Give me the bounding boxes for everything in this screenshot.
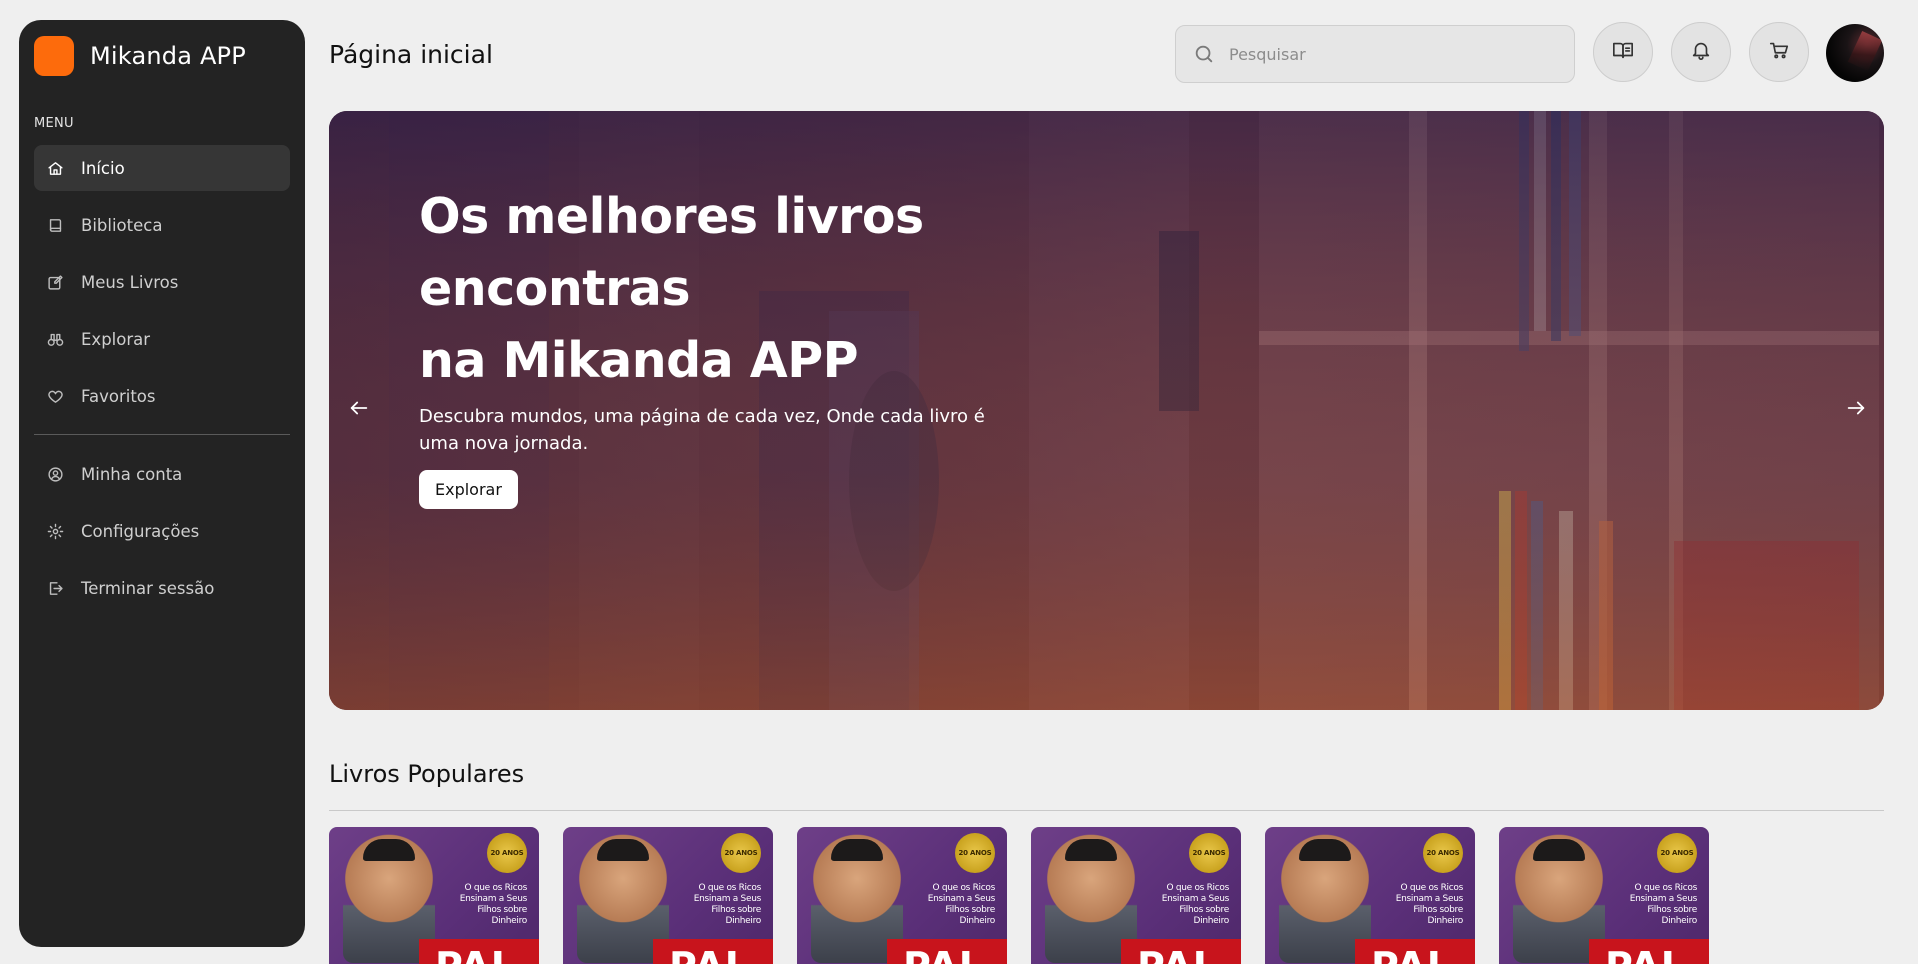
book-cover-hair <box>831 839 883 861</box>
book-title: PAI <box>1355 939 1475 964</box>
cart-button[interactable] <box>1749 22 1809 82</box>
sidebar-account-nav: Minha conta Configurações Terminar sessã… <box>34 451 290 622</box>
carousel-next-button[interactable] <box>1839 393 1873 427</box>
heart-icon <box>46 387 64 405</box>
sidebar-item-label: Meus Livros <box>81 272 179 292</box>
book-seal: 20 ANOS <box>1423 833 1463 873</box>
book-seal: 20 ANOS <box>955 833 995 873</box>
book-seal: 20 ANOS <box>721 833 761 873</box>
book-icon <box>46 216 64 234</box>
sidebar-item-label: Terminar sessão <box>81 578 215 598</box>
book-title: PAI <box>419 939 539 964</box>
notifications-button[interactable] <box>1671 22 1731 82</box>
book-cover-hair <box>597 839 649 861</box>
arrow-left-icon <box>348 397 370 423</box>
brand-name: Mikanda APP <box>90 42 246 70</box>
sidebar-item-configuracoes[interactable]: Configurações <box>34 508 290 554</box>
edit-icon <box>46 273 64 291</box>
gear-icon <box>46 522 64 540</box>
section-divider <box>329 810 1884 811</box>
book-tagline: O que os Ricos Ensinam a Seus Filhos sob… <box>693 883 762 926</box>
sidebar-item-meus-livros[interactable]: Meus Livros <box>34 259 290 305</box>
sidebar-item-label: Início <box>81 158 125 178</box>
home-icon <box>46 159 64 177</box>
brand-logo <box>34 36 74 76</box>
book-seal: 20 ANOS <box>487 833 527 873</box>
book-title: PAI <box>887 939 1007 964</box>
book-card[interactable]: 20 ANOS O que os Ricos Ensinam a Seus Fi… <box>329 827 539 964</box>
sidebar-item-inicio[interactable]: Início <box>34 145 290 191</box>
sidebar: Mikanda APP MENU Início Biblioteca Meus … <box>19 20 305 947</box>
sidebar-item-label: Favoritos <box>81 386 156 406</box>
sidebar-item-label: Minha conta <box>81 464 183 484</box>
user-avatar[interactable] <box>1826 24 1884 82</box>
hero-banner: Os melhores livros encontras na Mikanda … <box>329 111 1884 710</box>
hero-title-line-2: na Mikanda APP <box>419 332 859 389</box>
user-circle-icon <box>46 465 64 483</box>
book-cover-hair <box>363 839 415 861</box>
book-card[interactable]: 20 ANOS O que os Ricos Ensinam a Seus Fi… <box>797 827 1007 964</box>
logout-icon <box>46 579 64 597</box>
sidebar-item-explorar[interactable]: Explorar <box>34 316 290 362</box>
hero-title: Os melhores livros encontras na Mikanda … <box>419 181 1179 397</box>
book-seal: 20 ANOS <box>1189 833 1229 873</box>
book-tagline: O que os Ricos Ensinam a Seus Filhos sob… <box>1629 883 1698 926</box>
search-icon <box>1192 42 1216 66</box>
brand[interactable]: Mikanda APP <box>34 36 246 76</box>
hero-content: Os melhores livros encontras na Mikanda … <box>419 181 1179 509</box>
explore-button[interactable]: Explorar <box>419 470 518 509</box>
sidebar-item-label: Biblioteca <box>81 215 163 235</box>
book-card[interactable]: 20 ANOS O que os Ricos Ensinam a Seus Fi… <box>1499 827 1709 964</box>
book-card[interactable]: 20 ANOS O que os Ricos Ensinam a Seus Fi… <box>563 827 773 964</box>
book-tagline: O que os Ricos Ensinam a Seus Filhos sob… <box>1395 883 1464 926</box>
sidebar-item-label: Configurações <box>81 521 200 541</box>
sidebar-item-minha-conta[interactable]: Minha conta <box>34 451 290 497</box>
book-title: PAI <box>653 939 773 964</box>
page-title: Página inicial <box>329 40 493 69</box>
sidebar-item-biblioteca[interactable]: Biblioteca <box>34 202 290 248</box>
search-bar[interactable] <box>1175 25 1575 83</box>
library-button[interactable] <box>1593 22 1653 82</box>
open-book-icon <box>1612 39 1634 65</box>
book-cover-hair <box>1065 839 1117 861</box>
popular-books-list: 20 ANOS O que os Ricos Ensinam a Seus Fi… <box>329 827 1709 964</box>
book-tagline: O que os Ricos Ensinam a Seus Filhos sob… <box>459 883 528 926</box>
sidebar-item-label: Explorar <box>81 329 151 349</box>
book-tagline: O que os Ricos Ensinam a Seus Filhos sob… <box>927 883 996 926</box>
sidebar-main-nav: Início Biblioteca Meus Livros Explorar F… <box>34 145 290 430</box>
search-input[interactable] <box>1229 44 1549 64</box>
hero-subtitle: Descubra mundos, uma página de cada vez,… <box>419 406 985 454</box>
carousel-prev-button[interactable] <box>342 393 376 427</box>
book-title: PAI <box>1121 939 1241 964</box>
hero-title-line-1: Os melhores livros encontras <box>419 188 924 317</box>
book-cover-hair <box>1299 839 1351 861</box>
book-cover-hair <box>1533 839 1585 861</box>
menu-label: MENU <box>34 116 74 131</box>
book-card[interactable]: 20 ANOS O que os Ricos Ensinam a Seus Fi… <box>1265 827 1475 964</box>
bell-icon <box>1690 39 1712 65</box>
book-card[interactable]: 20 ANOS O que os Ricos Ensinam a Seus Fi… <box>1031 827 1241 964</box>
book-seal: 20 ANOS <box>1657 833 1697 873</box>
book-title: PAI <box>1589 939 1709 964</box>
arrow-right-icon <box>1845 397 1867 423</box>
cart-icon <box>1768 39 1790 65</box>
popular-books-title: Livros Populares <box>329 760 525 788</box>
binoculars-icon <box>46 330 64 348</box>
sidebar-item-terminar-sessao[interactable]: Terminar sessão <box>34 565 290 611</box>
book-tagline: O que os Ricos Ensinam a Seus Filhos sob… <box>1161 883 1230 926</box>
sidebar-item-favoritos[interactable]: Favoritos <box>34 373 290 419</box>
sidebar-divider <box>34 434 290 435</box>
